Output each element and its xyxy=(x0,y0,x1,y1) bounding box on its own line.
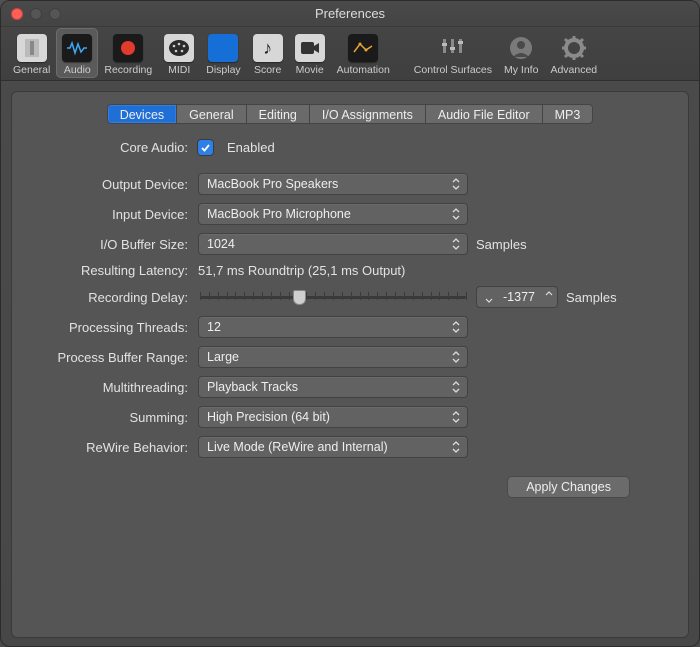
audio-icon xyxy=(62,34,92,62)
toolbar-advanced[interactable]: Advanced xyxy=(544,28,603,78)
movie-icon xyxy=(295,34,325,62)
toolbar-audio[interactable]: Audio xyxy=(56,28,98,78)
chevron-updown-icon xyxy=(451,380,461,394)
process-buffer-range-label: Process Buffer Range: xyxy=(30,350,198,365)
input-device-label: Input Device: xyxy=(30,207,198,222)
audio-panel: Devices General Editing I/O Assignments … xyxy=(11,91,689,638)
tab-audio-file-editor[interactable]: Audio File Editor xyxy=(425,104,542,124)
process-buffer-range-select[interactable]: Large xyxy=(198,346,468,368)
toolbar-general[interactable]: General xyxy=(7,28,56,78)
toolbar-score[interactable]: ♪ Score xyxy=(247,28,289,78)
latency-label: Resulting Latency: xyxy=(30,263,198,278)
advanced-icon xyxy=(559,34,589,62)
score-icon: ♪ xyxy=(253,34,283,62)
rewire-behavior-label: ReWire Behavior: xyxy=(30,440,198,455)
stepper-down-icon[interactable] xyxy=(485,290,493,304)
stepper-up-icon[interactable] xyxy=(545,290,553,304)
rewire-behavior-select[interactable]: Live Mode (ReWire and Internal) xyxy=(198,436,468,458)
titlebar: Preferences xyxy=(1,1,699,27)
midi-icon xyxy=(164,34,194,62)
processing-threads-label: Processing Threads: xyxy=(30,320,198,335)
summing-select[interactable]: High Precision (64 bit) xyxy=(198,406,468,428)
input-device-select[interactable]: MacBook Pro Microphone xyxy=(198,203,468,225)
core-audio-checkbox-label: Enabled xyxy=(227,140,275,155)
core-audio-label: Core Audio: xyxy=(30,140,198,155)
toolbar: General Audio Recording MIDI Display ♪ S… xyxy=(1,27,699,81)
toolbar-movie[interactable]: Movie xyxy=(289,28,331,78)
tab-devices[interactable]: Devices xyxy=(107,104,176,124)
control-surfaces-icon xyxy=(438,34,468,62)
io-buffer-suffix: Samples xyxy=(476,237,527,252)
tab-editing[interactable]: Editing xyxy=(246,104,309,124)
chevron-updown-icon xyxy=(451,207,461,221)
apply-changes-button[interactable]: Apply Changes xyxy=(507,476,630,498)
chevron-updown-icon xyxy=(451,320,461,334)
recording-delay-stepper[interactable]: -1377 xyxy=(476,286,558,308)
toolbar-my-info[interactable]: My Info xyxy=(498,28,544,78)
display-icon xyxy=(208,34,238,62)
recording-icon xyxy=(113,34,143,62)
window-title: Preferences xyxy=(1,6,699,21)
preferences-window: Preferences General Audio Recording MIDI… xyxy=(0,0,700,647)
my-info-icon xyxy=(506,34,536,62)
recording-delay-label: Recording Delay: xyxy=(30,290,198,305)
toolbar-midi[interactable]: MIDI xyxy=(158,28,200,78)
toolbar-display[interactable]: Display xyxy=(200,28,246,78)
output-device-label: Output Device: xyxy=(30,177,198,192)
toolbar-automation[interactable]: Automation xyxy=(331,28,396,78)
toolbar-recording[interactable]: Recording xyxy=(98,28,158,78)
toolbar-control-surfaces[interactable]: Control Surfaces xyxy=(408,28,498,78)
recording-delay-slider[interactable] xyxy=(198,286,468,308)
multithreading-select[interactable]: Playback Tracks xyxy=(198,376,468,398)
tab-io-assignments[interactable]: I/O Assignments xyxy=(309,104,425,124)
tab-mp3[interactable]: MP3 xyxy=(542,104,594,124)
latency-value: 51,7 ms Roundtrip (25,1 ms Output) xyxy=(198,263,405,278)
io-buffer-select[interactable]: 1024 xyxy=(198,233,468,255)
output-device-select[interactable]: MacBook Pro Speakers xyxy=(198,173,468,195)
chevron-updown-icon xyxy=(451,237,461,251)
chevron-updown-icon xyxy=(451,350,461,364)
io-buffer-label: I/O Buffer Size: xyxy=(30,237,198,252)
chevron-updown-icon xyxy=(451,410,461,424)
summing-label: Summing: xyxy=(30,410,198,425)
chevron-updown-icon xyxy=(451,440,461,454)
automation-icon xyxy=(348,34,378,62)
core-audio-checkbox[interactable] xyxy=(198,140,213,155)
multithreading-label: Multithreading: xyxy=(30,380,198,395)
tab-general[interactable]: General xyxy=(176,104,245,124)
sub-tabs: Devices General Editing I/O Assignments … xyxy=(30,104,670,124)
general-icon xyxy=(17,34,47,62)
chevron-updown-icon xyxy=(451,177,461,191)
processing-threads-select[interactable]: 12 xyxy=(198,316,468,338)
recording-delay-suffix: Samples xyxy=(566,290,617,305)
